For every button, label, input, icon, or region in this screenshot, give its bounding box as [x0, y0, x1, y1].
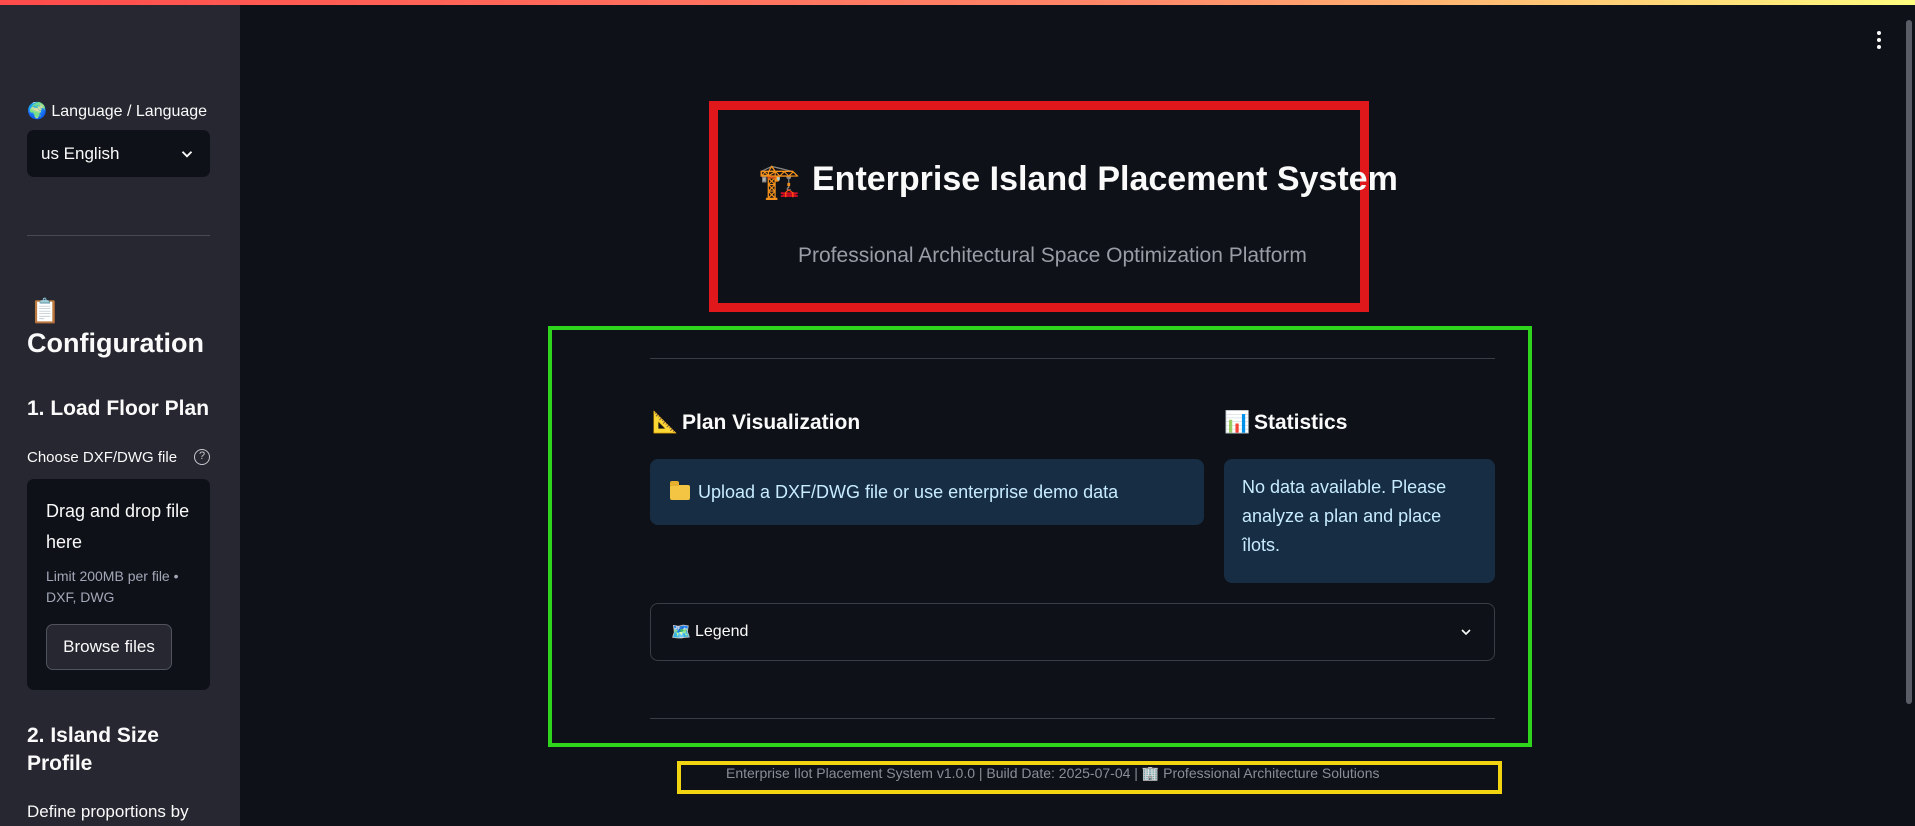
sidebar: 🌍 Language / Language us English 📋 Confi… — [0, 5, 240, 826]
footer-text: Enterprise Ilot Placement System v1.0.0 … — [726, 765, 1380, 781]
page-subtitle: Professional Architectural Space Optimiz… — [798, 244, 1307, 267]
chevron-down-icon — [181, 150, 193, 158]
language-select[interactable]: us English — [27, 130, 210, 177]
top-decoration-bar — [0, 0, 1915, 5]
construction-crane-icon: 🏗️ — [758, 163, 801, 201]
folder-icon — [670, 480, 690, 500]
content-divider-top — [650, 358, 1495, 359]
legend-label: Legend — [695, 623, 749, 640]
define-proportions-text: Define proportions by — [27, 802, 189, 821]
configuration-title: Configuration — [27, 328, 204, 358]
island-size-profile-heading: 2. Island Size Profile — [27, 724, 159, 775]
statistics-heading: 📊 Statistics — [1224, 411, 1347, 435]
language-selected-value: us English — [41, 143, 120, 163]
menu-dot-icon — [1877, 45, 1881, 49]
map-icon: 🗺️ — [671, 624, 691, 641]
bar-chart-icon: 📊 — [1224, 411, 1251, 434]
dropzone-title: Drag and drop file here — [46, 501, 190, 552]
chevron-down-icon — [1461, 629, 1471, 636]
statistics-info-message: No data available. Please analyze a plan… — [1224, 459, 1495, 583]
plan-visualization-label: Plan Visualization — [682, 411, 861, 434]
upload-info-text: Upload a DXF/DWG file or use enterprise … — [698, 481, 1119, 502]
sidebar-divider — [27, 235, 210, 236]
triangular-ruler-icon: 📐 — [652, 411, 679, 434]
file-input-label: Choose DXF/DWG file — [27, 449, 178, 466]
dropzone-limit-text: Limit 200MB per file • DXF, DWG — [46, 568, 179, 605]
main-menu-button[interactable] — [1869, 28, 1889, 52]
help-icon[interactable]: ? — [194, 449, 210, 465]
menu-dot-icon — [1877, 38, 1881, 42]
content-divider-bottom — [650, 718, 1495, 719]
browse-files-button[interactable]: Browse files — [46, 624, 172, 670]
plan-visualization-heading: 📐 Plan Visualization — [652, 411, 860, 435]
language-label: 🌍 Language / Language — [27, 103, 208, 120]
load-floor-plan-heading: 1. Load Floor Plan — [27, 397, 210, 420]
legend-expander[interactable]: 🗺️ Legend — [650, 603, 1495, 661]
file-dropzone[interactable]: Drag and drop file here Limit 200MB per … — [27, 479, 210, 690]
menu-dot-icon — [1877, 31, 1881, 35]
upload-info-message: Upload a DXF/DWG file or use enterprise … — [650, 459, 1204, 525]
statistics-label: Statistics — [1254, 411, 1348, 434]
clipboard-icon: 📋 — [30, 298, 60, 325]
header-highlight-box — [709, 101, 1369, 312]
page-title: Enterprise Island Placement System — [812, 160, 1398, 198]
scrollbar[interactable] — [1906, 20, 1912, 704]
